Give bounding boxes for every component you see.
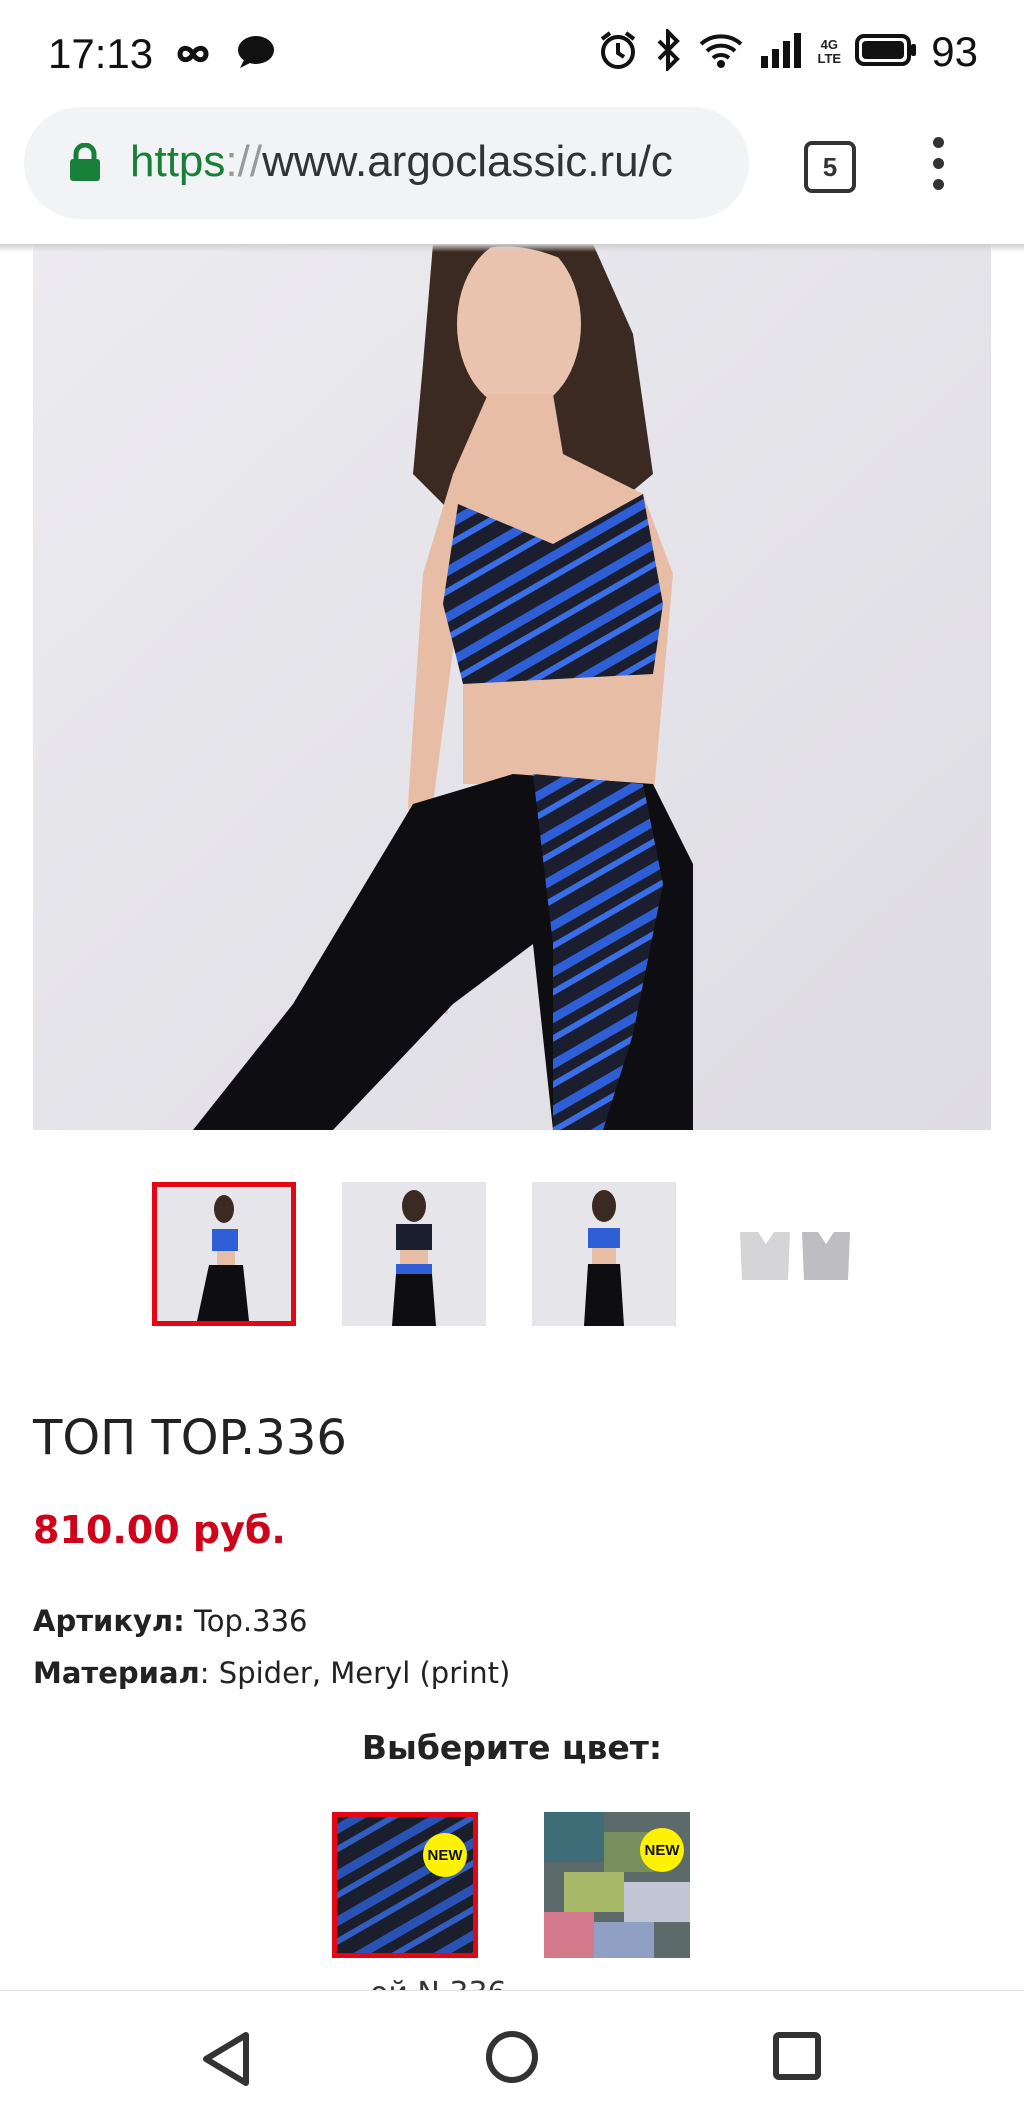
new-badge: NEW [640,1828,684,1872]
material-row: Материал: Spider, Meryl (print) [33,1656,510,1690]
product-main-image[interactable] [33,244,991,1130]
url-text[interactable]: https://www.argoclassic.ru/c [130,137,673,187]
network-type-label: 4G LTE [817,37,842,66]
url-separator: :// [225,137,263,186]
choose-color-heading: Выберите цвет: [361,1728,663,1767]
status-bar: 17:13 4G LTE 93 [0,0,1024,105]
address-bar[interactable]: https://www.argoclassic.ru/c [24,107,749,219]
thumbnail-3[interactable] [532,1182,676,1326]
tab-switcher-button[interactable]: 5 [804,141,856,193]
more-options-icon[interactable] [930,137,946,193]
bluetooth-icon [653,26,683,76]
color-swatches: NEW NEW [332,1812,690,1958]
material-value: : Spider, Meryl (print) [199,1656,511,1690]
browser-toolbar: https://www.argoclassic.ru/c 5 [0,105,1024,245]
recent-apps-icon[interactable] [772,2031,822,2086]
battery-percent: 93 [931,28,978,75]
system-nav-bar [0,1990,1024,2128]
url-scheme: https [130,137,226,186]
signal-icon [759,32,803,73]
url-host: www.argoclassic.ru/c [262,137,673,186]
sku-label: Артикул: [33,1604,185,1638]
alarm-icon [597,29,639,76]
material-label: Материал [33,1656,200,1690]
thumbnail-4[interactable] [722,1182,866,1326]
tab-count: 5 [822,151,838,182]
thumbnail-2[interactable] [342,1182,486,1326]
toolbar-shadow [0,244,1024,252]
new-badge: NEW [423,1833,467,1877]
status-time: 17:13 [48,30,154,77]
message-icon [236,34,276,75]
wifi-icon [697,30,745,75]
back-icon[interactable] [200,2031,252,2092]
infinity-icon [168,26,218,81]
product-title: ТОП TOP.336 [33,1410,347,1466]
product-price: 810.00 руб. [33,1508,286,1552]
battery-icon [855,33,917,71]
thumbnail-1[interactable] [152,1182,296,1326]
sku-row: Артикул: Top.336 [33,1604,308,1638]
thumbnail-strip [152,1182,866,1326]
color-swatch-1[interactable]: NEW [332,1812,478,1958]
sku-value: Top.336 [184,1604,308,1638]
home-icon[interactable] [484,2029,540,2090]
color-swatch-2[interactable]: NEW [544,1812,690,1958]
lock-icon [68,142,102,188]
